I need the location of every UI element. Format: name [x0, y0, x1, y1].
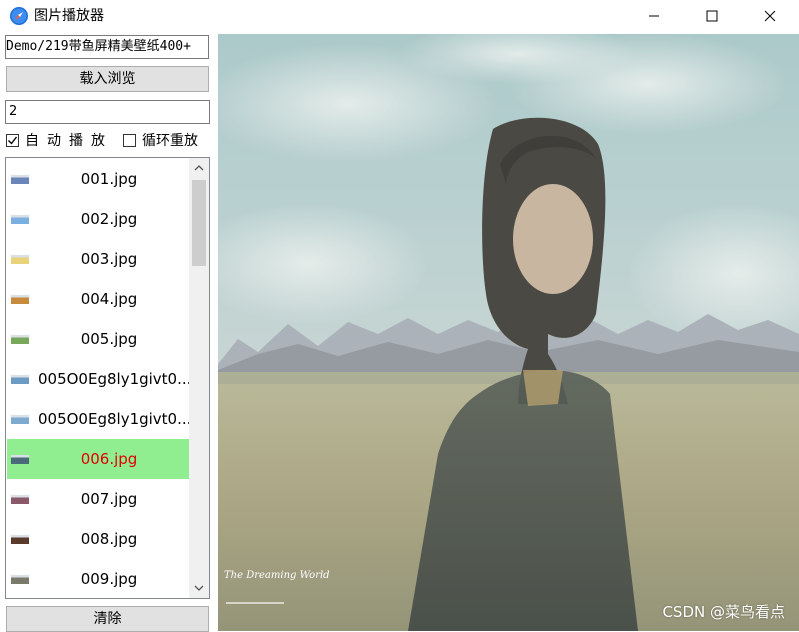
list-item-label: 005O0Eg8ly1givt0... [38, 370, 189, 388]
list-scrollbar[interactable] [189, 158, 209, 598]
scroll-up-button[interactable] [189, 158, 209, 178]
scroll-thumb[interactable] [192, 180, 206, 266]
list-item[interactable]: 001.jpg [7, 159, 189, 199]
svg-text:The Dreaming World: The Dreaming World [224, 570, 330, 581]
list-item-label: 008.jpg [80, 530, 138, 548]
folder-path-value: Demo/219带鱼屏精美壁纸400+ [6, 39, 191, 54]
list-item[interactable]: 002.jpg [7, 199, 189, 239]
checkmark-icon [8, 136, 18, 145]
autoplay-check-box[interactable] [6, 133, 19, 147]
title-bar: 图片播放器 [0, 0, 799, 32]
watermark-text: CSDN @菜鸟看点 [662, 603, 785, 621]
thumbnail-icon [11, 215, 29, 224]
preview-image: The Dreaming World [218, 34, 799, 631]
list-item[interactable]: 009.jpg [7, 559, 189, 598]
thumbnail-icon [11, 455, 29, 464]
load-browse-button[interactable]: 载入浏览 [6, 66, 209, 92]
list-item[interactable]: 005.jpg [7, 319, 189, 359]
loop-check-box[interactable] [123, 133, 136, 147]
autoplay-label: 自动播放 [25, 133, 113, 149]
thumbnail-icon [11, 335, 29, 344]
chevron-up-icon [194, 165, 204, 171]
list-item[interactable]: 005O0Eg8ly1givt0... [7, 359, 189, 399]
list-item-label: 001.jpg [80, 170, 138, 188]
maximize-icon [706, 10, 718, 22]
list-item[interactable]: 007.jpg [7, 479, 189, 519]
list-item[interactable]: 003.jpg [7, 239, 189, 279]
thumbnail-icon [11, 535, 29, 544]
list-item-label: 003.jpg [80, 250, 138, 268]
thumbnail-icon [11, 295, 29, 304]
close-button[interactable] [741, 0, 799, 32]
thumbnail-icon [11, 175, 29, 184]
window-title: 图片播放器 [34, 8, 104, 24]
loop-label: 循环重放 [142, 133, 198, 149]
interval-field[interactable]: 2 [5, 100, 210, 124]
list-item-label: 007.jpg [80, 490, 138, 508]
list-item[interactable]: 005O0Eg8ly1givt0... [7, 399, 189, 439]
list-item-label: 009.jpg [80, 570, 138, 588]
minimize-icon [649, 15, 659, 17]
list-item-label: 005.jpg [80, 330, 138, 348]
minimize-button[interactable] [625, 0, 683, 32]
clear-button[interactable]: 清除 [6, 606, 209, 632]
list-item[interactable]: 006.jpg [7, 439, 189, 479]
list-item[interactable]: 004.jpg [7, 279, 189, 319]
thumbnail-icon [11, 415, 29, 424]
folder-path-field[interactable]: Demo/219带鱼屏精美壁纸400+ [5, 35, 209, 59]
autoplay-checkbox[interactable]: 自动播放 [6, 132, 113, 149]
image-preview: The Dreaming World CSDN @菜鸟看点 [218, 34, 799, 631]
close-icon [764, 10, 776, 22]
chevron-down-icon [194, 585, 204, 591]
thumbnail-icon [11, 575, 29, 584]
compass-icon [10, 7, 28, 25]
thumbnail-icon [11, 375, 29, 384]
list-item-label: 005O0Eg8ly1givt0... [38, 410, 189, 428]
image-file-list[interactable]: 001.jpg 002.jpg 003.jpg 004.jpg 005.jpg 005O0… [5, 157, 210, 599]
maximize-button[interactable] [683, 0, 741, 32]
loop-checkbox[interactable]: 循环重放 [123, 132, 198, 149]
list-item[interactable]: 008.jpg [7, 519, 189, 559]
thumbnail-icon [11, 495, 29, 504]
list-item-label: 002.jpg [80, 210, 138, 228]
thumbnail-icon [11, 255, 29, 264]
list-item-label: 006.jpg [80, 450, 138, 468]
scroll-down-button[interactable] [189, 578, 209, 598]
list-item-label: 004.jpg [80, 290, 138, 308]
